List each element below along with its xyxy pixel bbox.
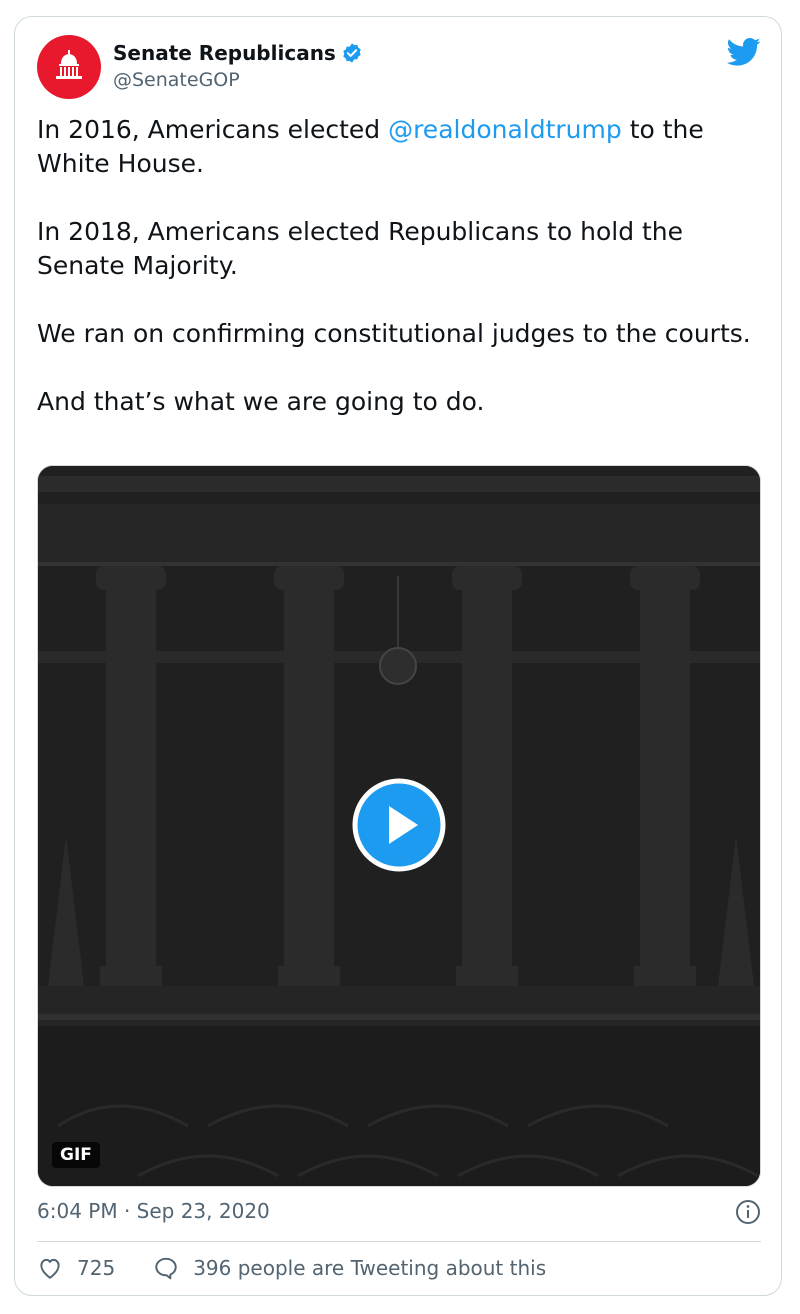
capitol-dome-icon [56, 50, 82, 79]
twitter-bird-icon[interactable] [727, 37, 761, 67]
play-icon[interactable] [352, 778, 446, 872]
speech-bubble-icon [155, 1257, 177, 1280]
tweet-actions: 725 396 people are Tweeting about this [37, 1255, 546, 1281]
verified-badge-icon [343, 43, 361, 63]
tweet-timestamp[interactable]: 6:04 PM · Sep 23, 2020 [37, 1199, 270, 1223]
tweet-paragraph-4: And that’s what we are going to do. [37, 387, 485, 416]
like-count: 725 [77, 1256, 116, 1280]
tweet-card: Senate Republicans @SenateGOP In 2016, A… [14, 16, 782, 1296]
gif-badge: GIF [52, 1142, 100, 1168]
author-handle[interactable]: @SenateGOP [113, 69, 240, 91]
conversation-text: 396 people are Tweeting about this [193, 1256, 547, 1280]
author-name-row: Senate Republicans [113, 41, 363, 65]
tweet-paragraph-2: In 2018, Americans elected Republicans t… [37, 217, 684, 280]
divider [37, 1241, 761, 1242]
heart-icon [40, 1258, 60, 1279]
tweet-text-segment: In 2016, Americans elected [37, 115, 389, 144]
info-icon[interactable] [735, 1199, 761, 1225]
avatar[interactable] [37, 35, 101, 99]
mention-link[interactable]: @realdonaldtrump [388, 115, 622, 144]
tweet-paragraph-1: In 2016, Americans elected @realdonaldtr… [37, 113, 767, 181]
gif-media[interactable]: GIF [37, 465, 761, 1187]
conversation-link[interactable]: 396 people are Tweeting about this [153, 1255, 546, 1281]
like-button[interactable]: 725 [37, 1255, 115, 1281]
tweet-text: In 2016, Americans elected @realdonaldtr… [37, 113, 767, 419]
author-name[interactable]: Senate Republicans [113, 41, 336, 65]
tweet-paragraph-3: We ran on confirming constitutional judg… [37, 319, 751, 348]
